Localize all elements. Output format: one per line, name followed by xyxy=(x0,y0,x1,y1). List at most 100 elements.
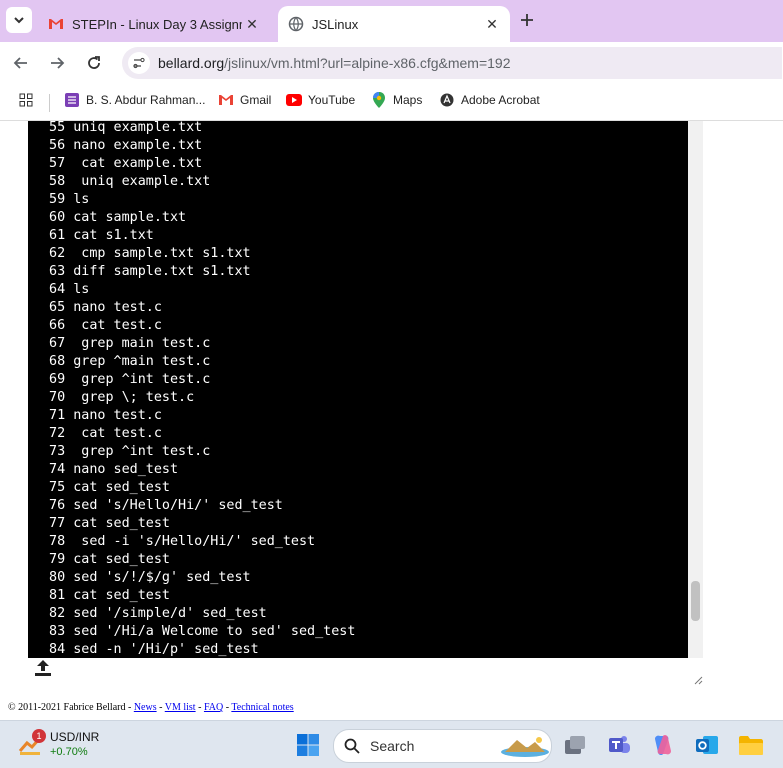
terminal-line: 81 cat sed_test xyxy=(41,588,170,603)
terminal-line: 55 uniq example.txt xyxy=(41,121,203,135)
url-text: bellard.org/jslinux/vm.html?url=alpine-x… xyxy=(158,55,511,71)
bookmark-label: Adobe Acrobat xyxy=(461,93,540,107)
terminal-line: 76 sed 's/Hello/Hi/' sed_test xyxy=(41,498,283,513)
apps-grid-icon xyxy=(18,92,34,108)
gmail-icon xyxy=(218,92,234,108)
bookmark-label: Gmail xyxy=(240,93,272,107)
terminal-line: 83 sed '/Hi/a Welcome to sed' sed_test xyxy=(41,624,356,639)
tab-title: JSLinux xyxy=(312,16,359,32)
plus-icon xyxy=(521,14,533,26)
bookmark-label: Maps xyxy=(393,93,423,107)
vm-list-link[interactable]: VM list xyxy=(165,702,196,713)
terminal-line: 56 nano example.txt xyxy=(41,138,203,153)
terminal-screen[interactable]: 55 uniq example.txt 56 nano example.txt … xyxy=(28,121,688,658)
terminal-line: 80 sed 's/!/$/g' sed_test xyxy=(41,570,251,585)
url-host: bellard.org xyxy=(158,55,225,71)
upload-icon[interactable] xyxy=(33,658,53,678)
terminal-line: 70 grep \; test.c xyxy=(41,390,195,405)
address-bar[interactable]: bellard.org/jslinux/vm.html?url=alpine-x… xyxy=(122,47,782,79)
globe-icon xyxy=(288,16,304,32)
taskbar: 1 USD/INR +0.70% Search xyxy=(0,720,783,768)
terminal-line: 59 ls xyxy=(41,192,90,207)
terminal-line: 84 sed -n '/Hi/p' sed_test xyxy=(41,642,259,657)
copyright-text: © 2011-2021 Fabrice Bellard - xyxy=(8,702,134,713)
task-view-button[interactable] xyxy=(562,732,588,758)
tab-jslinux[interactable]: JSLinux ✕ xyxy=(278,6,510,42)
bookmark-youtube[interactable]: YouTube xyxy=(286,92,355,108)
acrobat-icon xyxy=(439,92,455,108)
widgets-button[interactable]: 1 USD/INR +0.70% xyxy=(18,729,108,761)
new-tab-button[interactable] xyxy=(520,10,534,33)
outlook-button[interactable] xyxy=(694,732,720,758)
ticker-change: +0.70% xyxy=(50,746,88,758)
ticker-title: USD/INR xyxy=(50,730,100,744)
forward-button[interactable] xyxy=(46,52,68,74)
bookmark-gmail[interactable]: Gmail xyxy=(218,92,271,108)
bookmark-maps[interactable]: Maps xyxy=(371,92,422,108)
notification-badge: 1 xyxy=(32,729,46,743)
url-path: /jslinux/vm.html?url=alpine-x86.cfg&mem=… xyxy=(224,55,511,71)
terminal-line: 69 grep ^int test.c xyxy=(41,372,211,387)
footer-sep: - xyxy=(195,702,204,713)
tab-strip: STEPIn - Linux Day 3 Assignmen ✕ JSLinux… xyxy=(0,0,783,42)
terminal-line: 74 nano sed_test xyxy=(41,462,179,477)
back-button[interactable] xyxy=(10,52,32,74)
terminal-line: 62 cmp sample.txt s1.txt xyxy=(41,246,251,261)
arrow-left-icon xyxy=(13,57,27,69)
terminal-line: 82 sed '/simple/d' sed_test xyxy=(41,606,267,621)
scrollbar-thumb[interactable] xyxy=(691,581,700,621)
reload-button[interactable] xyxy=(83,52,105,74)
terminal-line: 72 cat test.c xyxy=(41,426,162,441)
taskbar-search[interactable]: Search xyxy=(333,729,552,763)
teams-button[interactable] xyxy=(606,732,632,758)
search-label: Search xyxy=(370,738,415,754)
terminal-line: 65 nano test.c xyxy=(41,300,162,315)
chevron-down-icon xyxy=(14,17,24,24)
terminal-line: 58 uniq example.txt xyxy=(41,174,211,189)
file-explorer-button[interactable] xyxy=(738,732,764,758)
bookmark-label: YouTube xyxy=(308,93,356,107)
technical-notes-link[interactable]: Technical notes xyxy=(231,702,293,713)
bookmark-adobe-acrobat[interactable]: Adobe Acrobat xyxy=(439,92,540,108)
arrow-right-icon xyxy=(51,57,65,69)
bookmarks-bar: B. S. Abdur Rahman... Gmail YouTube Maps… xyxy=(0,84,783,121)
copilot-button[interactable] xyxy=(650,732,676,758)
terminal-line: 61 cat s1.txt xyxy=(41,228,154,243)
gmail-icon xyxy=(48,16,64,32)
terminal-line: 63 diff sample.txt s1.txt xyxy=(41,264,251,279)
apps-button[interactable] xyxy=(18,92,40,108)
news-link[interactable]: News xyxy=(134,702,157,713)
faq-link[interactable]: FAQ xyxy=(204,702,223,713)
bookmark-label: B. S. Abdur Rahman... xyxy=(86,93,206,107)
tab-search-button[interactable] xyxy=(6,7,32,33)
page-footer: © 2011-2021 Fabrice Bellard - News - VM … xyxy=(8,702,294,713)
close-icon[interactable]: ✕ xyxy=(242,16,262,33)
terminal-line: 60 cat sample.txt xyxy=(41,210,187,225)
site-info-icon[interactable] xyxy=(128,52,150,74)
page-content: 55 uniq example.txt 56 nano example.txt … xyxy=(0,121,783,720)
maps-icon xyxy=(371,92,387,108)
terminal-output: 55 uniq example.txt 56 nano example.txt … xyxy=(41,121,355,658)
terminal-scrollbar[interactable] xyxy=(688,121,703,658)
terminal-line: 73 grep ^int test.c xyxy=(41,444,211,459)
terminal-line: 66 cat test.c xyxy=(41,318,162,333)
terminal-line: 77 cat sed_test xyxy=(41,516,170,531)
footer-sep: - xyxy=(156,702,165,713)
close-icon[interactable]: ✕ xyxy=(482,16,502,33)
youtube-icon xyxy=(286,92,302,108)
resize-handle-icon[interactable] xyxy=(693,672,703,685)
tab-stepin[interactable]: STEPIn - Linux Day 3 Assignmen ✕ xyxy=(38,6,270,42)
search-icon xyxy=(344,738,360,754)
terminal-line: 64 ls xyxy=(41,282,90,297)
reload-icon xyxy=(88,56,100,69)
terminal-line: 75 cat sed_test xyxy=(41,480,170,495)
terminal-line: 79 cat sed_test xyxy=(41,552,170,567)
bookmark-abdur-rahman[interactable]: B. S. Abdur Rahman... xyxy=(64,92,205,108)
windows-logo-icon xyxy=(297,734,319,756)
teams-icon xyxy=(609,736,630,753)
terminal-line: 78 sed -i 's/Hello/Hi/' sed_test xyxy=(41,534,316,549)
folder-icon xyxy=(739,736,763,755)
search-highlight-icon xyxy=(501,737,549,757)
start-button[interactable] xyxy=(296,733,320,757)
terminal-line: 57 cat example.txt xyxy=(41,156,203,171)
